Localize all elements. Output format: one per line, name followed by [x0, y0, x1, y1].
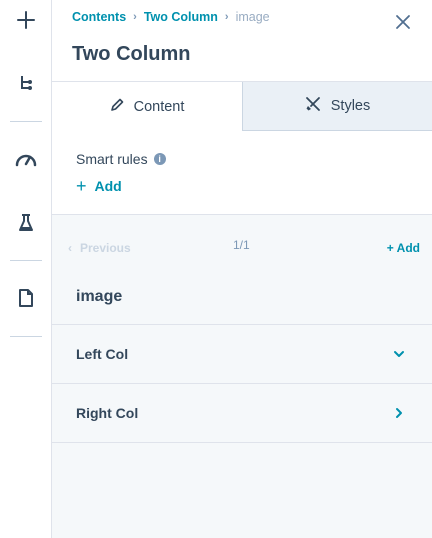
previous-label: Previous [80, 241, 131, 255]
plus-icon: + [76, 176, 87, 196]
chevron-right-icon [393, 406, 405, 418]
panel-header: Contents › Two Column › image Two Column [52, 0, 432, 82]
section-left-col-label: Left Col [76, 346, 129, 362]
chevron-left-icon: ‹ [68, 241, 72, 255]
tab-content-label: Content [133, 98, 185, 115]
paint-tools-icon [305, 96, 331, 116]
rail-divider [10, 260, 42, 261]
smart-rules-text: Smart rules [76, 151, 148, 167]
rail-divider [10, 336, 42, 337]
info-icon[interactable]: i [153, 153, 166, 165]
chevron-down-icon [393, 347, 405, 359]
tab-content[interactable]: Content [52, 82, 243, 131]
section-right-col[interactable]: Right Col [52, 384, 432, 443]
breadcrumb-current: image [235, 10, 270, 24]
add-smart-rule-label: Add [94, 178, 122, 194]
page-title: Two Column [72, 43, 191, 65]
speedometer-icon[interactable] [0, 139, 52, 179]
smart-rules-label: Smart rules i [76, 151, 166, 167]
add-icon[interactable] [0, 0, 52, 40]
item-count: 1/1 [233, 238, 250, 252]
document-icon[interactable] [0, 278, 52, 318]
breadcrumb-two-column[interactable]: Two Column [144, 10, 218, 24]
add-smart-rule-button[interactable]: + Add [76, 176, 122, 196]
pencil-icon [110, 98, 134, 116]
panel-empty-area [52, 443, 432, 538]
tab-bar: Content Styles [52, 82, 432, 131]
chevron-right-icon: › [224, 11, 229, 23]
close-icon[interactable] [394, 13, 412, 31]
breadcrumb-contents[interactable]: Contents [72, 10, 126, 24]
tree-icon[interactable] [0, 63, 52, 103]
tab-styles-label: Styles [330, 98, 371, 114]
breadcrumb: Contents › Two Column › image [72, 10, 270, 24]
editor-panel: Contents › Two Column › image Two Column… [52, 0, 432, 538]
tab-styles[interactable]: Styles [243, 82, 432, 131]
previous-button[interactable]: ‹ Previous [68, 241, 131, 255]
smart-rules-section: Smart rules i + Add [52, 131, 432, 215]
item-name: image [76, 288, 123, 305]
chevron-right-icon: › [133, 11, 137, 23]
left-rail [0, 0, 52, 538]
item-pager: ‹ Previous 1/1 + Add image [52, 215, 432, 325]
flask-icon[interactable] [0, 203, 52, 243]
panel-body: Smart rules i + Add ‹ Previous 1/1 + Add… [52, 131, 432, 538]
add-item-button[interactable]: + Add [387, 241, 420, 255]
rail-divider [10, 121, 42, 122]
section-right-col-label: Right Col [76, 405, 139, 421]
section-left-col[interactable]: Left Col [52, 325, 432, 384]
